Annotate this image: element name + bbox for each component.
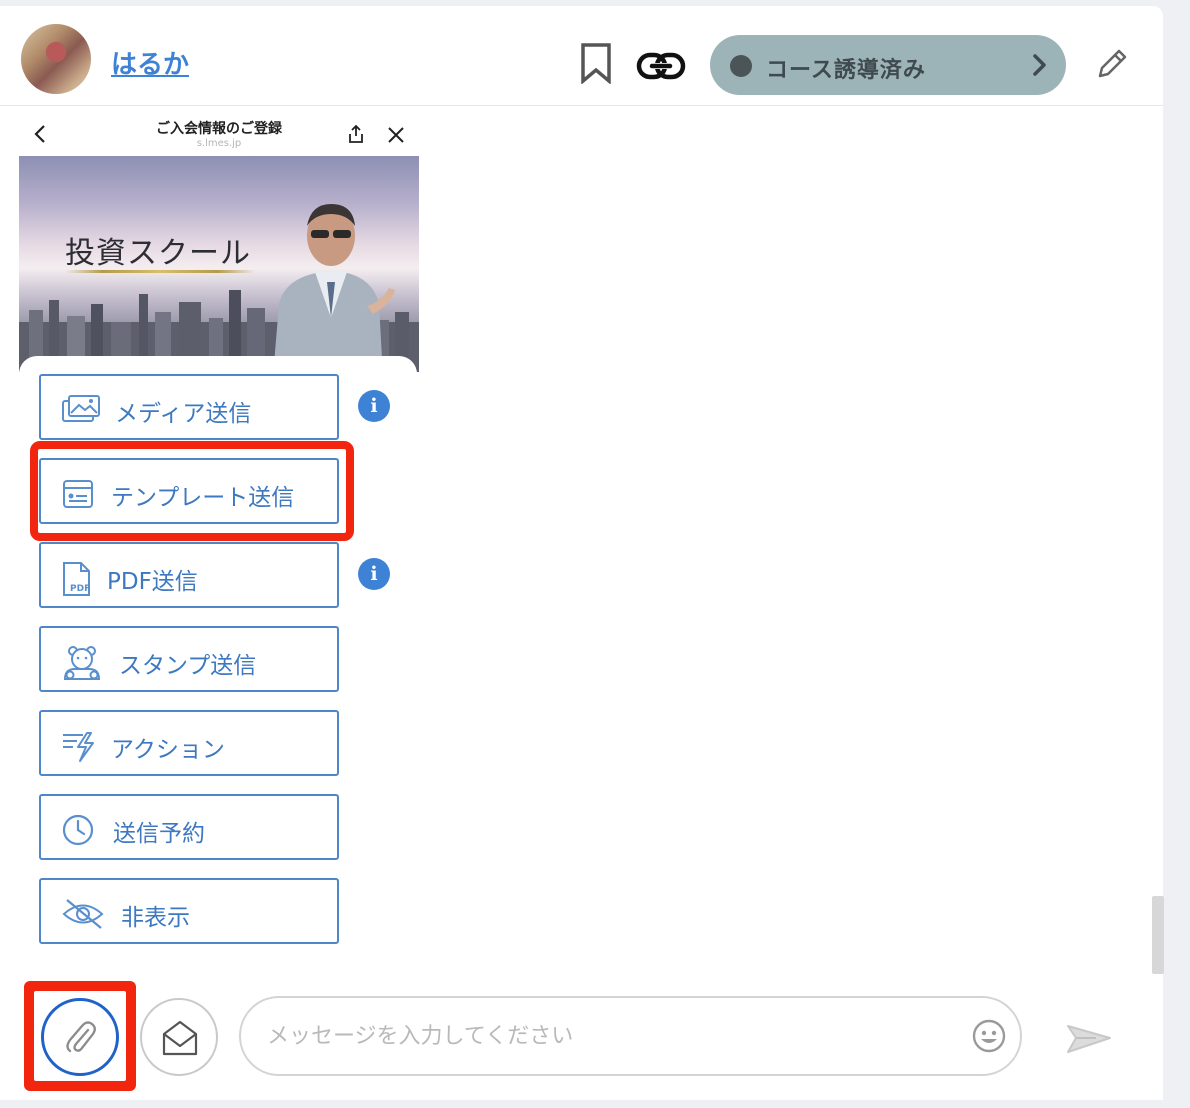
action-bolt-icon [63, 732, 94, 762]
menu-media-send[interactable]: メディア送信 [39, 374, 339, 440]
course-status-button[interactable]: コース誘導済み [710, 35, 1066, 95]
attachment-menu: メディア送信 i テンプレート送信 PDF PDF送信 i スタンプ送信 アクシ… [19, 356, 417, 950]
menu-item-label: スタンプ送信 [119, 653, 257, 679]
link-icon[interactable] [636, 46, 686, 86]
message-input[interactable] [239, 996, 1022, 1076]
clock-icon [62, 814, 94, 846]
chat-header: はるか コース誘導済み [0, 6, 1163, 106]
hero-divider [65, 270, 255, 273]
send-icon[interactable] [1066, 1020, 1112, 1056]
hero-title: 投資スクール [65, 236, 251, 271]
eye-slash-icon [62, 899, 104, 929]
template-message-button[interactable] [140, 998, 218, 1076]
menu-item-label: PDF送信 [107, 569, 198, 595]
template-icon [63, 480, 93, 508]
menu-action[interactable]: アクション [39, 710, 339, 776]
menu-item-label: 送信予約 [113, 821, 205, 847]
menu-item-label: メディア送信 [115, 401, 252, 427]
svg-text:PDF: PDF [70, 584, 90, 594]
bookmark-icon[interactable] [578, 42, 614, 84]
menu-item-label: 非表示 [121, 905, 190, 931]
attach-button[interactable] [41, 998, 119, 1076]
envelope-open-icon [162, 1020, 198, 1056]
menu-pdf-send[interactable]: PDF PDF送信 [39, 542, 339, 608]
presenter-photo [273, 204, 395, 372]
share-icon[interactable] [347, 124, 365, 144]
preview-browser-bar: ご入会情報のご登録 s.lmes.jp [19, 112, 419, 156]
avatar[interactable] [21, 24, 91, 94]
hero-banner: 投資スクール [19, 156, 419, 372]
scrollbar[interactable] [1152, 896, 1164, 974]
menu-template-send[interactable]: テンプレート送信 [39, 458, 339, 524]
sticker-bear-icon [63, 646, 101, 680]
chevron-right-icon [1033, 54, 1046, 76]
pencil-icon[interactable] [1094, 46, 1130, 82]
menu-hide[interactable]: 非表示 [39, 878, 339, 944]
user-name-link[interactable]: はるか [111, 44, 189, 81]
menu-scheduled-send[interactable]: 送信予約 [39, 794, 339, 860]
info-icon[interactable]: i [358, 558, 390, 590]
pdf-icon: PDF [63, 562, 90, 596]
link-preview[interactable]: ご入会情報のご登録 s.lmes.jp 投資スクール [19, 112, 419, 372]
media-icon [62, 395, 100, 422]
menu-item-label: アクション [111, 737, 225, 763]
close-icon[interactable] [387, 126, 405, 144]
paperclip-icon [66, 1021, 96, 1053]
emoji-icon[interactable] [972, 1019, 1006, 1053]
menu-sticker-send[interactable]: スタンプ送信 [39, 626, 339, 692]
status-label: コース誘導済み [766, 58, 926, 83]
menu-item-label: テンプレート送信 [111, 485, 295, 511]
status-dot [730, 55, 752, 77]
info-icon[interactable]: i [358, 390, 390, 422]
